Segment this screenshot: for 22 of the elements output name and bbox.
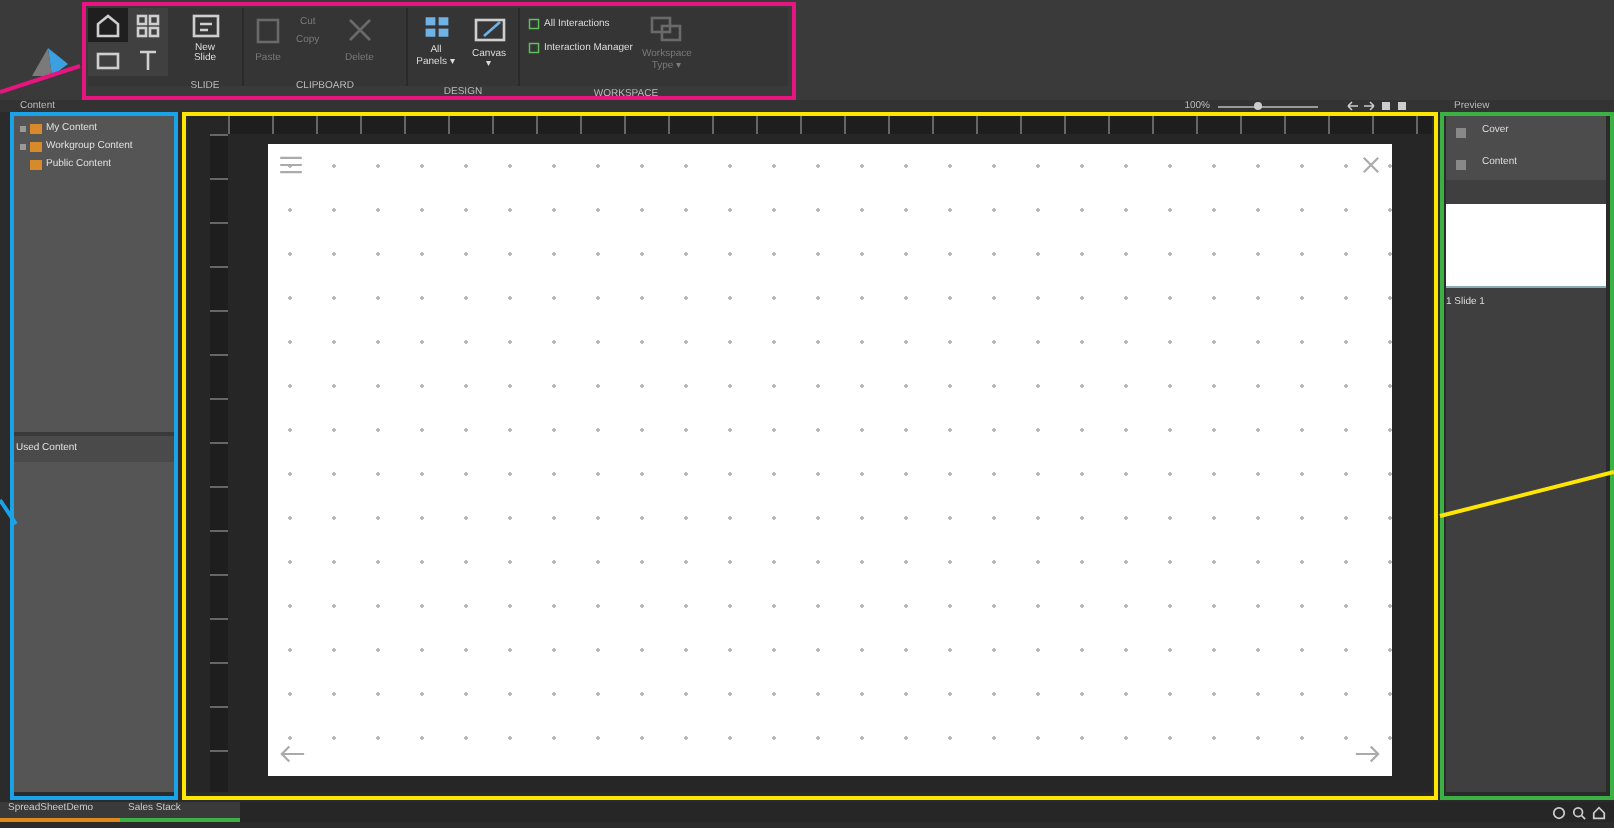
clipboard-icon xyxy=(252,14,284,46)
view-button[interactable] xyxy=(88,8,128,42)
windows-icon xyxy=(650,14,683,46)
view-button[interactable] xyxy=(128,8,168,42)
page-icon xyxy=(1456,127,1466,137)
slide-thumbnail[interactable] xyxy=(1446,204,1606,288)
settings-icon[interactable] xyxy=(1552,805,1566,819)
panels-icon xyxy=(423,14,449,40)
interaction-icon xyxy=(528,18,540,30)
close-icon xyxy=(343,14,376,46)
search-icon[interactable] xyxy=(1572,805,1586,819)
callout-line xyxy=(0,498,18,526)
grid-icon xyxy=(132,9,164,41)
home-icon xyxy=(92,9,124,41)
callout-line xyxy=(0,64,81,94)
view-button[interactable] xyxy=(88,42,128,76)
view-button[interactable] xyxy=(128,42,168,76)
home-icon[interactable] xyxy=(1592,805,1606,819)
zoom-slider-thumb[interactable] xyxy=(1254,101,1262,109)
canvas-icon xyxy=(473,14,505,46)
slide-icon xyxy=(189,10,221,42)
page-icon xyxy=(1456,159,1466,169)
